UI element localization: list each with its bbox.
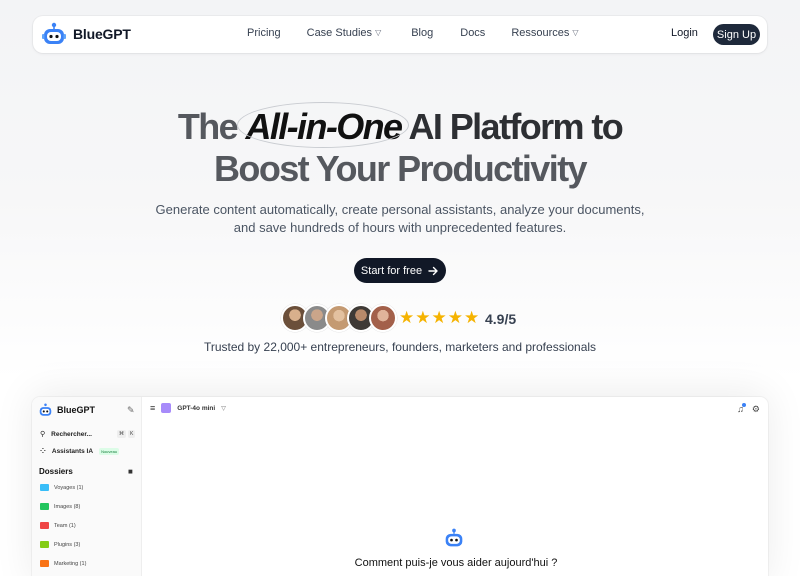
app-preview: BlueGPT ✎ ⚲ Rechercher... ⌘ K ⁘ Assistan… [32, 397, 768, 576]
brand-name: BlueGPT [73, 26, 131, 42]
top-navbar: BlueGPT Pricing Case Studies ▽ Blog Docs… [33, 16, 767, 53]
folder-item[interactable]: Plugins (3) [40, 541, 80, 548]
trusted-by-text: Trusted by 22,000+ entrepreneurs, founde… [203, 340, 597, 354]
shortcut-key: ⌘ [117, 430, 126, 438]
hero-title-emphasis-text: All-in-One [245, 106, 403, 147]
login-button[interactable]: Login [671, 27, 698, 39]
folder-label: Voyages (1) [54, 484, 84, 491]
chevron-down-icon[interactable]: ▽ [221, 405, 226, 412]
model-icon [161, 403, 172, 413]
robot-logo-icon [39, 403, 52, 416]
menu-icon[interactable]: ≡ [150, 403, 155, 413]
folder-icon [40, 503, 49, 510]
nav-docs-label: Docs [460, 27, 486, 39]
hero-title-line2: Boost Your Productivity [214, 148, 588, 189]
star-icon: ★ [415, 308, 431, 327]
brand-logo-link[interactable]: BlueGPT [41, 22, 131, 46]
search-icon: ⚲ [40, 431, 46, 438]
folder-icon [40, 484, 49, 491]
folder-label: Marketing (1) [54, 560, 87, 567]
folder-item[interactable]: Team (1) [40, 522, 76, 529]
robot-logo-icon [42, 22, 66, 44]
app-topbar-actions: ♫ ⚙ [737, 403, 760, 415]
folder-icon [40, 541, 49, 548]
arrow-right-icon [428, 266, 438, 275]
app-brand-name: BlueGPT [57, 405, 96, 415]
folder-item[interactable]: Images (8) [40, 503, 80, 510]
nav-pricing[interactable]: Pricing [247, 27, 281, 39]
search-shortcut: ⌘ K [117, 430, 136, 438]
chevron-down-icon: ▽ [375, 27, 382, 37]
rating-value: 4.9/5 [485, 311, 517, 327]
nav-case-studies-label: Case Studies [306, 27, 373, 39]
customer-avatars [281, 304, 397, 332]
model-selector[interactable]: GPT-4o mini [177, 405, 215, 412]
hero-title: The All-in-One AI Platform to Boost Your… [0, 102, 800, 190]
sidebar-item-assistants[interactable]: ⁘ Assistants IA Nouveau [40, 447, 120, 455]
robot-logo-icon [445, 528, 463, 547]
nav-pricing-label: Pricing [247, 27, 281, 39]
nav-blog[interactable]: Blog [411, 27, 433, 39]
add-folder-icon[interactable]: ■ [128, 467, 133, 476]
shortcut-key: K [128, 430, 136, 438]
app-sidebar: BlueGPT ✎ ⚲ Rechercher... ⌘ K ⁘ Assistan… [32, 397, 142, 576]
nav-blog-label: Blog [411, 27, 434, 39]
bell-icon[interactable]: ♫ [737, 403, 746, 415]
star-icon: ★ [447, 308, 463, 327]
hero-subtitle: Generate content automatically, create p… [155, 202, 645, 235]
sidebar-item-label: Assistants IA [51, 447, 94, 455]
star-icon: ★ [399, 308, 415, 327]
folder-item[interactable]: Marketing (1) [40, 560, 86, 567]
hero-title-post: AI Platform to [408, 106, 624, 147]
folder-label: Team (1) [54, 522, 76, 529]
nav-docs[interactable]: Docs [460, 27, 485, 39]
chat-welcome-prompt: Comment puis-je vous aider aujourd'hui ? [354, 557, 558, 569]
folder-label: Plugins (3) [54, 541, 81, 548]
start-free-label: Start for free [360, 264, 423, 277]
gear-icon[interactable]: ⚙ [752, 404, 760, 415]
signup-button[interactable]: Sign Up [713, 24, 760, 45]
folder-icon [40, 560, 49, 567]
folder-icon [40, 522, 49, 529]
rating-stars: ★ ★ ★ ★ ★ [399, 309, 479, 327]
folder-label: Images (8) [54, 503, 81, 510]
app-topbar: ≡ GPT-4o mini ▽ [150, 403, 226, 413]
sidebar-search[interactable]: ⚲ Rechercher... [40, 430, 92, 439]
new-badge: Nouveau [99, 447, 120, 455]
folder-item[interactable]: Voyages (1) [40, 484, 83, 491]
avatar [369, 304, 397, 332]
star-icon: ★ [431, 308, 447, 327]
nav-ressources-label: Ressources [511, 27, 570, 39]
star-icon: ★ [464, 308, 480, 327]
hero-title-pre: The [177, 106, 239, 147]
hero-title-emphasis: All-in-One [237, 102, 410, 148]
grid-icon: ⁘ [40, 448, 46, 455]
nav-ressources[interactable]: Ressources ▽ [511, 27, 578, 39]
sidebar-search-label: Rechercher... [51, 430, 92, 438]
nav-links: Pricing Case Studies ▽ Blog Docs Ressour… [247, 27, 579, 39]
folders-heading: Dossiers [39, 467, 73, 476]
chevron-down-icon: ▽ [572, 27, 579, 37]
start-free-button[interactable]: Start for free [354, 258, 446, 283]
new-chat-edit-icon[interactable]: ✎ [127, 405, 135, 416]
app-brand: BlueGPT [38, 403, 95, 417]
nav-case-studies[interactable]: Case Studies ▽ [307, 27, 382, 39]
